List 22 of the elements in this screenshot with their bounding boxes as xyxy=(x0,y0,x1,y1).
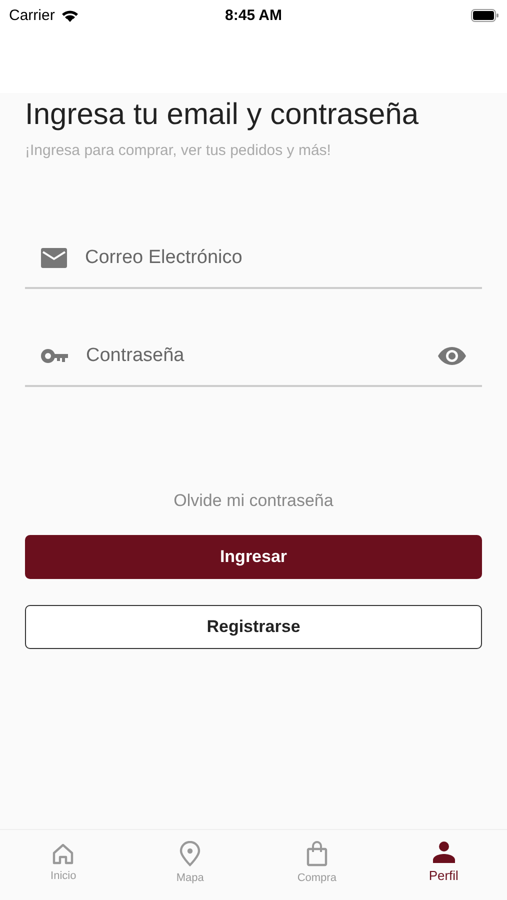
tab-item[interactable]: Compra xyxy=(254,830,380,900)
password-field[interactable]: Contraseña xyxy=(84,344,422,368)
email-field[interactable]: Correo Electrónico xyxy=(83,246,466,270)
forgot-password-link[interactable]: Olvide mi contraseña xyxy=(174,491,334,511)
tab-item[interactable]: Inicio xyxy=(0,830,127,900)
eye-icon[interactable] xyxy=(438,347,466,365)
tab-item[interactable]: Mapa xyxy=(126,830,254,900)
wifi-icon xyxy=(60,8,79,22)
tab-item[interactable]: Perfil xyxy=(380,830,507,900)
shopping-bag-icon xyxy=(306,840,328,866)
location-pin-icon xyxy=(179,840,202,866)
login-button[interactable]: Ingresar xyxy=(25,535,482,579)
register-button[interactable]: Registrarse xyxy=(25,605,482,649)
key-icon xyxy=(41,349,68,363)
clock-time: 8:45 AM xyxy=(225,6,282,24)
home-icon xyxy=(51,842,76,864)
page-title: Ingresa tu email y contraseña xyxy=(25,97,419,133)
page-subtitle: ¡Ingresa para comprar, ver tus pedidos y más! xyxy=(25,142,331,159)
envelope-icon xyxy=(41,248,67,268)
carrier-label: Carrier xyxy=(9,6,55,24)
battery-icon xyxy=(471,8,499,22)
person-icon xyxy=(432,841,455,863)
